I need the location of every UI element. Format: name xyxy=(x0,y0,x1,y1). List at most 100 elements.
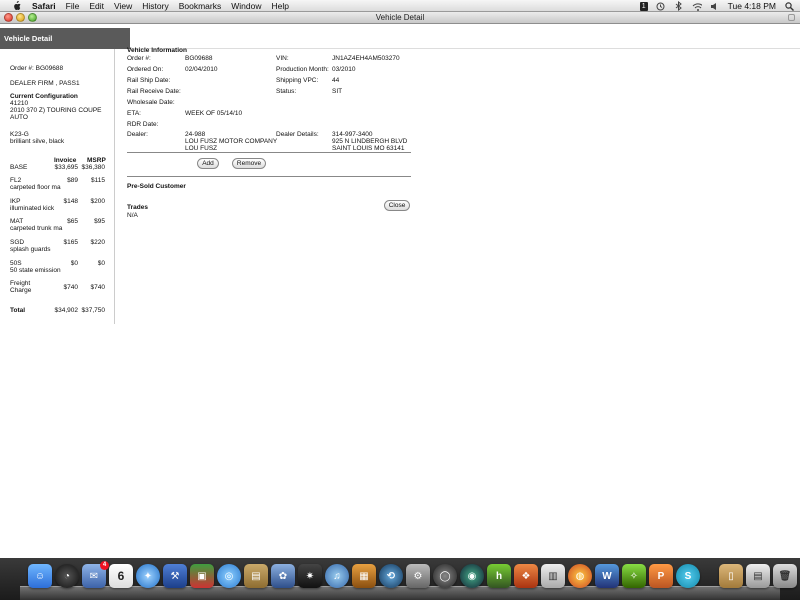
window-controls xyxy=(4,13,37,22)
h-app-icon[interactable]: h xyxy=(487,564,511,588)
w-app-icon[interactable]: W xyxy=(595,564,619,588)
trades-heading: Trades xyxy=(127,204,148,211)
dashboard-icon[interactable]: ◔ xyxy=(55,564,79,588)
option-msrp: $95 xyxy=(94,218,105,225)
total-msrp: $37,750 xyxy=(81,307,106,314)
p-app-icon[interactable]: P xyxy=(649,564,673,588)
order-label: Order #: xyxy=(127,55,151,62)
rdr-date-label: RDR Date: xyxy=(127,121,159,128)
comic-icon[interactable]: ◉ xyxy=(460,564,484,588)
menu-extra-badge[interactable]: 1 xyxy=(639,1,648,11)
dealer-name: LOU FUSZ MOTOR COMPANY xyxy=(185,138,278,145)
minimize-window-button[interactable] xyxy=(16,13,25,22)
config-transmission: AUTO xyxy=(10,114,28,121)
mail-badge: 4 xyxy=(100,561,109,570)
menu-file[interactable]: File xyxy=(66,1,80,11)
time-machine-icon[interactable]: ⟲ xyxy=(379,564,403,588)
page-content: Vehicle Detail Order #: BG09688 DEALER F… xyxy=(0,24,800,558)
menu-view[interactable]: View xyxy=(114,1,132,11)
menu-clock[interactable]: Tue 4:18 PM xyxy=(728,1,776,11)
add-customer-button[interactable]: Add xyxy=(197,158,219,169)
menu-bar: Safari File Edit View History Bookmarks … xyxy=(0,0,800,12)
remove-customer-button[interactable]: Remove xyxy=(232,158,266,169)
menu-edit[interactable]: Edit xyxy=(89,1,104,11)
option-code: Freight xyxy=(10,280,31,287)
status-label: Status: xyxy=(276,88,297,95)
rubber-band-icon[interactable]: ◯ xyxy=(433,564,457,588)
bluetooth-icon[interactable] xyxy=(674,1,684,11)
option-invoice: $148 xyxy=(63,198,78,205)
photo-booth-icon[interactable]: ▣ xyxy=(190,564,214,588)
production-month-value: 03/2010 xyxy=(332,66,356,73)
preview-icon[interactable]: ▤ xyxy=(244,564,268,588)
close-window-button[interactable] xyxy=(4,13,13,22)
option-description: carpeted floor ma xyxy=(10,184,61,191)
option-invoice: $89 xyxy=(67,177,78,184)
dealer-details-label: Dealer Details: xyxy=(276,131,319,138)
documents-folder-icon[interactable]: ▯ xyxy=(719,564,743,588)
eta-value: WEEK OF 05/14/10 xyxy=(185,110,243,117)
dragon-icon[interactable]: ✧ xyxy=(622,564,646,588)
option-msrp: $200 xyxy=(90,198,105,205)
system-preferences-icon[interactable]: ⚙ xyxy=(406,564,430,588)
option-description: illuminated kick xyxy=(10,205,55,212)
time-machine-status-icon[interactable] xyxy=(656,1,666,11)
dealer-contact: LOU FUSZ xyxy=(185,145,218,152)
dealer-label: Dealer: xyxy=(127,131,148,138)
option-invoice: $740 xyxy=(63,284,78,291)
downloads-folder-icon[interactable]: ▤ xyxy=(746,564,770,588)
xcode-icon[interactable]: ⚒ xyxy=(163,564,187,588)
dock-shelf xyxy=(20,586,780,600)
shipping-vpc-value: 44 xyxy=(332,77,340,84)
skype-icon[interactable]: S xyxy=(676,564,700,588)
vehicle-detail-tab: Vehicle Detail xyxy=(0,28,130,49)
trash-icon[interactable]: 🗑 xyxy=(773,564,797,588)
color-name: brilliant silve, black xyxy=(10,138,65,145)
menu-history[interactable]: History xyxy=(142,1,168,11)
option-invoice: $33,695 xyxy=(54,164,79,171)
finder-icon[interactable]: ☺ xyxy=(28,564,52,588)
volume-icon[interactable] xyxy=(710,1,720,11)
apple-menu-icon[interactable] xyxy=(10,0,22,11)
ichat-icon[interactable]: ◎ xyxy=(217,564,241,588)
wifi-icon[interactable] xyxy=(692,1,702,11)
menu-window[interactable]: Window xyxy=(231,1,261,11)
zoom-window-button[interactable] xyxy=(28,13,37,22)
dock-icons: ☺ ◔ ✉ 4 6 ✦ ⚒ ▣ ◎ ▤ ✿ ✷ ♫ ▦ ⟲ ⚙ ◯ ◉ h ❖ ▥… xyxy=(28,561,797,588)
trades-value: N/A xyxy=(127,212,138,219)
option-code: MAT xyxy=(10,218,24,225)
aperture-icon[interactable]: ✷ xyxy=(298,564,322,588)
production-month-label: Production Month: xyxy=(276,66,329,73)
option-invoice: $65 xyxy=(67,218,78,225)
toolbar-toggle-button[interactable] xyxy=(788,14,795,21)
rail-ship-date-label: Rail Ship Date: xyxy=(127,77,171,84)
iphoto-icon[interactable]: ✿ xyxy=(271,564,295,588)
dealer-city: SAINT LOUIS MO 63141 xyxy=(332,145,405,152)
pre-sold-customer-label: Pre-Sold Customer xyxy=(127,183,186,190)
menu-bookmarks[interactable]: Bookmarks xyxy=(179,1,222,11)
menu-app-safari[interactable]: Safari xyxy=(32,1,56,11)
option-code: FL2 xyxy=(10,177,22,184)
status-value: SIT xyxy=(332,88,343,95)
sidebar-order-number: Order #: BG09688 xyxy=(10,65,64,72)
spotlight-search-icon[interactable] xyxy=(784,1,794,11)
colored-app-icon[interactable]: ❖ xyxy=(514,564,538,588)
invoice-column-header: Invoice xyxy=(54,157,77,164)
option-msrp: $115 xyxy=(91,177,105,184)
itunes-icon[interactable]: ♫ xyxy=(325,564,349,588)
safari-icon[interactable]: ✦ xyxy=(136,564,160,588)
menu-help[interactable]: Help xyxy=(271,1,288,11)
dealer-code: 24-988 xyxy=(185,131,206,138)
ical-icon[interactable]: 6 xyxy=(109,564,133,588)
window-title: Vehicle Detail xyxy=(375,13,425,22)
option-msrp: $220 xyxy=(90,239,105,246)
photo-icon[interactable]: ▦ xyxy=(352,564,376,588)
total-label: Total xyxy=(10,307,26,314)
firefox-icon[interactable]: ◍ xyxy=(568,564,592,588)
close-button[interactable]: Close xyxy=(384,200,410,211)
mail-stamp-icon[interactable]: ✉ 4 xyxy=(82,561,109,588)
option-code: BASE xyxy=(10,164,28,171)
app-store-icon[interactable]: ▥ xyxy=(541,564,565,588)
rail-receive-date-label: Rail Receive Date: xyxy=(127,88,181,95)
window-titlebar: Vehicle Detail xyxy=(0,12,800,24)
